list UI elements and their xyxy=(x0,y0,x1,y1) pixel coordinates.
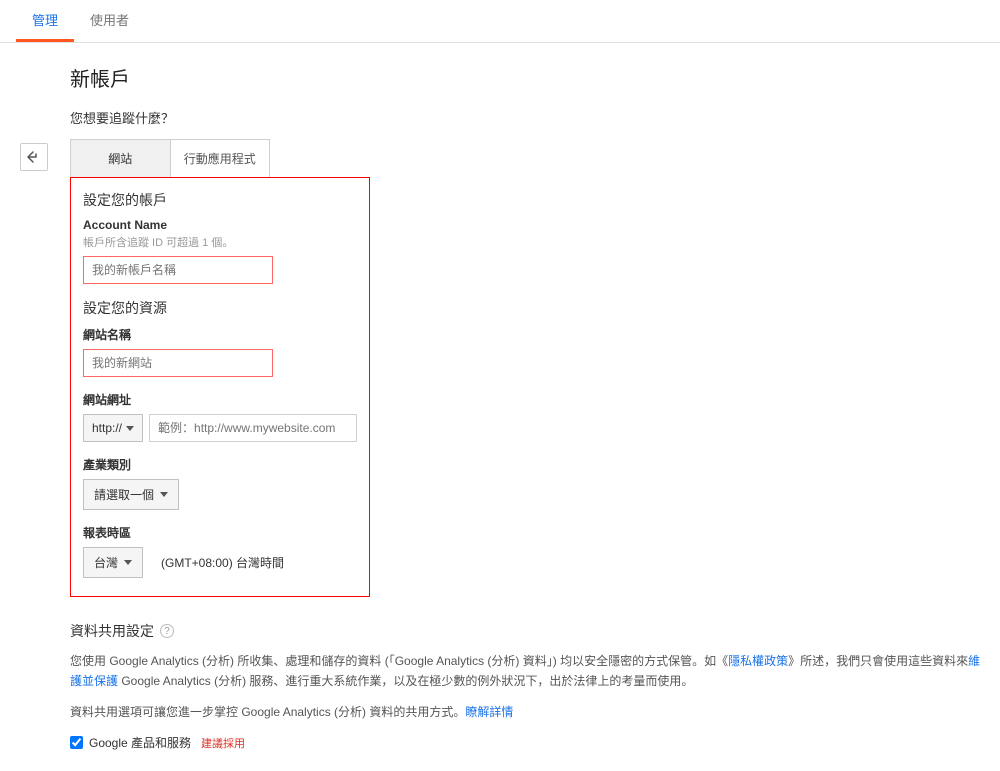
privacy-policy-link[interactable]: 隱私權政策 xyxy=(728,654,788,668)
track-tab-website[interactable]: 網站 xyxy=(71,140,171,177)
protocol-value: http:// xyxy=(92,421,122,435)
site-url-group: 網站網址 http:// xyxy=(83,391,357,442)
back-arrow-icon xyxy=(27,151,41,163)
share-text: Google Analytics (分析) 服務、進行重大系統作業，以及在極少數… xyxy=(118,674,693,688)
recommended-badge: 建議採用 xyxy=(201,735,245,751)
share-heading: 資料共用設定 ? xyxy=(70,621,990,641)
share-text: 》所述，我們只會使用這些資料來 xyxy=(788,654,968,668)
back-button[interactable] xyxy=(20,143,48,171)
share-paragraph-1: 您使用 Google Analytics (分析) 所收集、處理和儲存的資料 (… xyxy=(70,651,990,692)
tab-user[interactable]: 使用者 xyxy=(74,0,145,42)
page-title: 新帳戶 xyxy=(70,63,1000,92)
details-link[interactable]: 瞭解詳情 xyxy=(465,705,513,719)
account-name-input[interactable] xyxy=(83,256,273,284)
share-paragraph-2: 資料共用選項可讓您進一步掌控 Google Analytics (分析) 資料的… xyxy=(70,702,990,722)
industry-dropdown[interactable]: 請選取一個 xyxy=(83,479,179,510)
protocol-dropdown[interactable]: http:// xyxy=(83,414,143,442)
share-text: 資料共用選項可讓您進一步掌控 Google Analytics (分析) 資料的… xyxy=(70,705,465,719)
timezone-country-value: 台灣 xyxy=(94,554,118,571)
industry-value: 請選取一個 xyxy=(94,486,154,503)
chevron-down-icon xyxy=(160,492,168,497)
track-tab-mobile[interactable]: 行動應用程式 xyxy=(171,140,270,177)
google-products-checkbox[interactable] xyxy=(70,736,83,749)
site-url-input[interactable] xyxy=(149,414,357,442)
help-icon[interactable]: ? xyxy=(160,624,174,638)
share-section: 資料共用設定 ? 您使用 Google Analytics (分析) 所收集、處… xyxy=(70,621,990,751)
timezone-display: (GMT+08:00) 台灣時間 xyxy=(161,554,284,571)
chevron-down-icon xyxy=(126,426,134,431)
setup-account-heading: 設定您的帳戶 xyxy=(83,190,357,210)
track-type-tabs: 網站 行動應用程式 xyxy=(70,139,270,178)
industry-group: 產業類別 請選取一個 xyxy=(83,456,357,510)
site-name-label: 網站名稱 xyxy=(83,326,357,343)
top-tabs: 管理 使用者 xyxy=(0,0,1000,43)
timezone-label: 報表時區 xyxy=(83,524,357,541)
industry-label: 產業類別 xyxy=(83,456,357,473)
account-name-label: Account Name xyxy=(83,218,357,232)
site-url-label: 網站網址 xyxy=(83,391,357,408)
form-box: 設定您的帳戶 Account Name 帳戶所含追蹤 ID 可超過 1 個。 設… xyxy=(70,177,370,597)
tab-manage[interactable]: 管理 xyxy=(16,0,74,42)
track-prompt: 您想要追蹤什麼？ xyxy=(70,108,1000,127)
content: 新帳戶 您想要追蹤什麼？ 網站 行動應用程式 設定您的帳戶 Account Na… xyxy=(0,43,1000,771)
checkbox-row: Google 產品和服務 建議採用 xyxy=(70,734,990,751)
share-heading-text: 資料共用設定 xyxy=(70,621,154,641)
account-name-note: 帳戶所含追蹤 ID 可超過 1 個。 xyxy=(83,234,357,250)
checkbox-label: Google 產品和服務 xyxy=(89,734,191,751)
site-name-group: 網站名稱 xyxy=(83,326,357,377)
share-text: 您使用 Google Analytics (分析) 所收集、處理和儲存的資料 (… xyxy=(70,654,728,668)
setup-property-heading: 設定您的資源 xyxy=(83,298,357,318)
timezone-group: 報表時區 台灣 (GMT+08:00) 台灣時間 xyxy=(83,524,357,578)
account-name-group: Account Name 帳戶所含追蹤 ID 可超過 1 個。 xyxy=(83,218,357,284)
site-name-input[interactable] xyxy=(83,349,273,377)
timezone-country-dropdown[interactable]: 台灣 xyxy=(83,547,143,578)
chevron-down-icon xyxy=(124,560,132,565)
